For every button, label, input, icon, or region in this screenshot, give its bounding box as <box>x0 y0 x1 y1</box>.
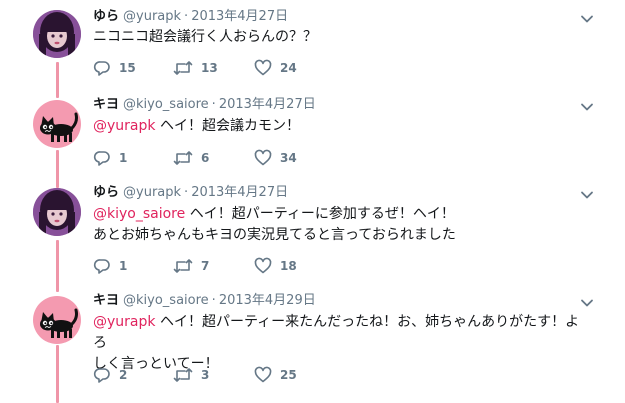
mention-link[interactable]: @yurapk <box>93 118 156 134</box>
reply-button[interactable]: 1 <box>93 149 127 167</box>
avatar[interactable] <box>33 296 81 344</box>
reply-count: 15 <box>119 61 136 75</box>
tweet-text-segment: ヘイ！超パーティー来たんだったね！お、姉ちゃんありがたす！よろ <box>93 314 580 351</box>
thread-line <box>56 345 59 403</box>
display-name[interactable]: キヨ <box>93 293 119 308</box>
retweet-count: 7 <box>201 259 210 273</box>
retweet-button[interactable]: 3 <box>173 366 209 384</box>
tweet-text: ニコニコ超会議行く人おらんの？？ <box>93 27 593 48</box>
avatar[interactable] <box>33 100 81 148</box>
chevron-down-icon[interactable] <box>580 187 594 201</box>
user-handle[interactable]: @kiyo_saiore <box>123 293 209 308</box>
reply-icon <box>93 61 110 76</box>
tweet-date[interactable]: 2013年4月27日 <box>219 97 316 112</box>
thread-line <box>56 150 59 188</box>
tweet-text-line: ニコニコ超会議行く人おらんの？？ <box>93 29 317 45</box>
tweet-date[interactable]: 2013年4月29日 <box>219 293 316 308</box>
like-button[interactable]: 18 <box>254 257 297 275</box>
chevron-down-icon[interactable] <box>580 11 594 25</box>
tweet-thread: ゆら @yurapk · 2013年4月27日 ニコニコ超会議行く人おらんの？？ 15… <box>0 0 625 403</box>
mention-link[interactable]: @kiyo_saiore <box>93 206 185 222</box>
thread-line <box>56 240 59 292</box>
retweet-icon <box>173 259 193 273</box>
retweet-button[interactable]: 13 <box>173 59 218 77</box>
tweet-text-segment: ヘイ！超パーティーに参加するぜ！ヘイ！ <box>185 206 455 222</box>
tweet-text: @kiyo_saiore ヘイ！超パーティーに参加するぜ！ヘイ！ あとお姉ちゃん… <box>93 204 593 246</box>
retweet-count: 3 <box>201 368 210 382</box>
display-name[interactable]: ゆら <box>93 9 119 24</box>
user-handle[interactable]: @yurapk <box>123 9 181 24</box>
girl-avatar-icon <box>33 188 81 236</box>
display-name[interactable]: キヨ <box>93 97 119 112</box>
heart-icon <box>254 59 272 76</box>
reply-icon <box>93 259 110 274</box>
like-count: 24 <box>280 61 297 75</box>
separator: · <box>184 185 189 200</box>
cat-avatar-icon <box>33 296 81 344</box>
heart-icon <box>254 149 272 166</box>
retweet-count: 6 <box>201 151 210 165</box>
tweet-actions: 1 6 34 <box>93 149 313 167</box>
chevron-down-icon[interactable] <box>580 295 594 309</box>
reply-button[interactable]: 15 <box>93 59 136 77</box>
tweet-text-line: あとお姉ちゃんもキヨの実況見てると言っておられました <box>93 227 456 243</box>
reply-icon <box>93 368 110 383</box>
retweet-button[interactable]: 6 <box>173 149 209 167</box>
tweet-header: キヨ @kiyo_saiore · 2013年4月27日 <box>93 96 316 114</box>
tweet-actions: 2 3 25 <box>93 366 313 384</box>
retweet-icon <box>173 61 193 75</box>
retweet-icon <box>173 368 193 382</box>
reply-button[interactable]: 2 <box>93 366 127 384</box>
tweet-date[interactable]: 2013年4月27日 <box>191 185 288 200</box>
user-handle[interactable]: @yurapk <box>123 185 181 200</box>
tweet-text-line: @yurapk ヘイ！超パーティー来たんだったね！お、姉ちゃんありがたす！よろ <box>93 312 593 354</box>
separator: · <box>184 9 189 24</box>
thread-line <box>56 62 59 98</box>
tweet-text: @yurapk ヘイ！超会議カモン！ <box>93 116 593 137</box>
like-count: 18 <box>280 259 297 273</box>
like-button[interactable]: 25 <box>254 366 297 384</box>
reply-icon <box>93 151 110 166</box>
like-count: 25 <box>280 368 297 382</box>
cat-avatar-icon <box>33 100 81 148</box>
like-button[interactable]: 34 <box>254 149 297 167</box>
user-handle[interactable]: @kiyo_saiore <box>123 97 209 112</box>
tweet-header: キヨ @kiyo_saiore · 2013年4月29日 <box>93 292 316 310</box>
chevron-down-icon[interactable] <box>580 99 594 113</box>
retweet-count: 13 <box>201 61 218 75</box>
like-button[interactable]: 24 <box>254 59 297 77</box>
heart-icon <box>254 257 272 274</box>
separator: · <box>211 97 216 112</box>
reply-count: 1 <box>119 151 128 165</box>
tweet-text-line: @kiyo_saiore ヘイ！超パーティーに参加するぜ！ヘイ！ <box>93 204 593 225</box>
reply-count: 2 <box>119 368 128 382</box>
tweet-text-line: ヘイ！超会議カモン！ <box>155 118 300 134</box>
heart-icon <box>254 366 272 383</box>
mention-link[interactable]: @yurapk <box>93 314 156 330</box>
avatar[interactable] <box>33 188 81 236</box>
tweet-header: ゆら @yurapk · 2013年4月27日 <box>93 184 288 202</box>
retweet-button[interactable]: 7 <box>173 257 209 275</box>
tweet-header: ゆら @yurapk · 2013年4月27日 <box>93 8 288 26</box>
tweet-actions: 1 7 18 <box>93 257 313 275</box>
separator: · <box>211 293 216 308</box>
girl-avatar-icon <box>33 10 81 58</box>
reply-count: 1 <box>119 259 128 273</box>
reply-button[interactable]: 1 <box>93 257 127 275</box>
display-name[interactable]: ゆら <box>93 185 119 200</box>
tweet-date[interactable]: 2013年4月27日 <box>191 9 288 24</box>
tweet-actions: 15 13 24 <box>93 59 313 77</box>
retweet-icon <box>173 151 193 165</box>
like-count: 34 <box>280 151 297 165</box>
avatar[interactable] <box>33 10 81 58</box>
